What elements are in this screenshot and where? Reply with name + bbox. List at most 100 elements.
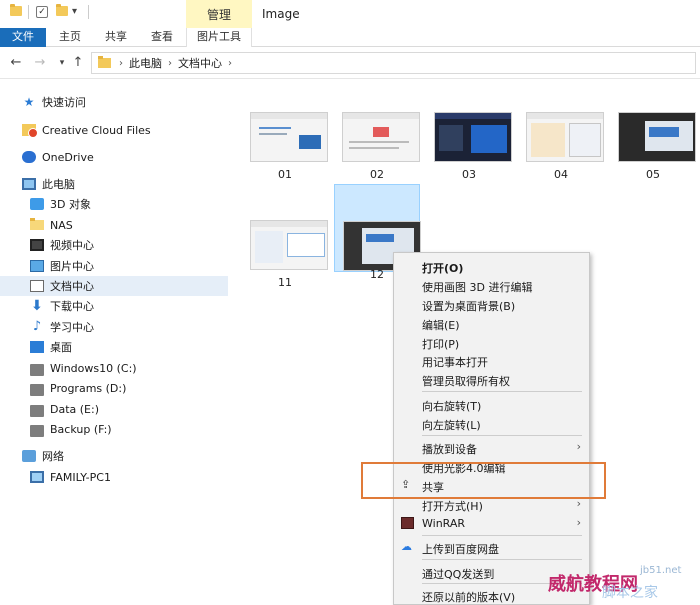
sidebar-item-drive-e[interactable]: Data (E:)	[0, 399, 228, 419]
file-thumbnail	[434, 112, 512, 162]
tab-home[interactable]: 主页	[52, 28, 88, 47]
file-item[interactable]: 04	[518, 104, 604, 192]
file-item[interactable]: 02	[334, 104, 420, 192]
file-item[interactable]: 01	[242, 104, 328, 192]
breadcrumb-documents[interactable]: 文档中心	[178, 55, 222, 71]
sidebar-item-family-pc1[interactable]: FAMILY-PC1	[0, 467, 228, 487]
watermark-site: 脚本之家	[602, 585, 658, 601]
video-icon	[30, 239, 44, 251]
file-thumbnail	[526, 112, 604, 162]
menu-item-set-wallpaper[interactable]: 设置为桌面背景(B)	[394, 295, 591, 314]
baidu-netdisk-icon: ☁	[401, 540, 412, 553]
sidebar-item-drive-d[interactable]: Programs (D:)	[0, 378, 228, 398]
sidebar-item-music[interactable]: ♪ 学习中心	[0, 317, 228, 337]
menu-item-open[interactable]: 打开(O)	[394, 257, 591, 276]
sidebar-item-label: OneDrive	[42, 150, 94, 164]
file-name: 11	[278, 276, 292, 289]
sidebar-item-label: 图片中心	[50, 260, 94, 273]
drive-icon	[30, 384, 44, 396]
file-name: 03	[462, 168, 476, 181]
sidebar-item-desktop[interactable]: 桌面	[0, 337, 228, 357]
address-bar[interactable]: › 此电脑 › 文档中心 ›	[91, 52, 696, 74]
menu-item-winrar[interactable]: WinRAR ›	[394, 514, 591, 533]
3d-objects-icon	[30, 198, 44, 210]
winrar-icon	[401, 517, 414, 529]
chevron-right-icon: ›	[576, 516, 581, 529]
download-icon: ⬇	[31, 298, 43, 314]
chevron-right-icon[interactable]: ›	[168, 58, 172, 69]
navigation-pane: ★ 快速访问 Creative Cloud Files OneDrive 此电脑…	[0, 80, 228, 605]
sidebar-item-3d-objects[interactable]: 3D 对象	[0, 194, 228, 214]
sidebar-item-drive-c[interactable]: Windows10 (C:)	[0, 358, 228, 378]
tab-share[interactable]: 共享	[98, 28, 134, 47]
folder-icon	[98, 56, 111, 68]
creative-cloud-icon	[22, 124, 38, 138]
new-folder-icon[interactable]	[56, 4, 68, 16]
file-thumbnail	[342, 112, 420, 162]
sidebar-item-drive-f[interactable]: Backup (F:)	[0, 419, 228, 439]
file-item[interactable]: 05	[610, 104, 696, 192]
file-name: 04	[554, 168, 568, 181]
menu-item-edit[interactable]: 编辑(E)	[394, 314, 591, 333]
file-name: 02	[370, 168, 384, 181]
sidebar-item-onedrive[interactable]: OneDrive	[0, 147, 228, 167]
context-menu: 打开(O) 使用画图 3D 进行编辑 设置为桌面背景(B) 编辑(E) 打印(P…	[393, 252, 590, 605]
breadcrumb-this-pc[interactable]: 此电脑	[129, 55, 162, 71]
sidebar-item-label: 3D 对象	[50, 198, 91, 211]
properties-check-icon[interactable]: ✓	[36, 6, 48, 18]
sidebar-item-label: FAMILY-PC1	[50, 470, 111, 484]
sidebar-item-label: 网络	[42, 450, 64, 463]
menu-item-take-ownership[interactable]: 管理员取得所有权	[394, 370, 591, 389]
title-separator	[88, 5, 89, 19]
sidebar-item-pictures[interactable]: 图片中心	[0, 256, 228, 276]
tab-view[interactable]: 查看	[144, 28, 180, 47]
sidebar-item-quick-access[interactable]: ★ 快速访问	[0, 92, 228, 112]
sidebar-item-label: Backup (F:)	[50, 422, 112, 436]
quick-access-star-icon: ★	[23, 95, 35, 109]
sidebar-item-videos[interactable]: 视频中心	[0, 235, 228, 255]
forward-icon[interactable]: →	[32, 55, 48, 71]
sidebar-item-label: Creative Cloud Files	[42, 123, 151, 137]
sidebar-item-documents[interactable]: 文档中心	[0, 276, 228, 296]
sidebar-item-downloads[interactable]: ⬇ 下载中心	[0, 296, 228, 316]
sidebar-item-network[interactable]: 网络	[0, 446, 228, 466]
menu-item-edit-paint3d[interactable]: 使用画图 3D 进行编辑	[394, 276, 591, 295]
up-icon[interactable]: ↑	[70, 55, 86, 71]
menu-item-open-notepad[interactable]: 用记事本打开	[394, 351, 591, 370]
menu-separator	[422, 535, 582, 536]
file-item[interactable]: 03	[426, 104, 512, 192]
file-item[interactable]: 11	[242, 212, 328, 300]
chevron-right-icon[interactable]: ›	[228, 58, 232, 69]
back-icon[interactable]: ←	[8, 55, 24, 71]
window-title: Image	[262, 7, 300, 21]
chevron-right-icon: ›	[576, 440, 581, 453]
sidebar-item-label: 此电脑	[42, 178, 75, 191]
network-icon	[22, 450, 36, 462]
customize-toolbar-icon[interactable]: ▾	[72, 6, 77, 17]
manage-tab[interactable]: 管理	[186, 0, 252, 28]
menu-item-cast-to-device[interactable]: 播放到设备 ›	[394, 438, 591, 457]
sidebar-item-this-pc[interactable]: 此电脑	[0, 174, 228, 194]
recent-locations-chevron-icon[interactable]: ▾	[54, 55, 70, 71]
title-bar: ✓ ▾ 管理 Image	[0, 0, 700, 28]
quick-access-folder-icon[interactable]	[10, 4, 22, 16]
sidebar-item-nas[interactable]: NAS	[0, 215, 228, 235]
menu-item-rotate-left[interactable]: 向左旋转(L)	[394, 414, 591, 433]
tab-file[interactable]: 文件	[0, 28, 46, 47]
this-pc-icon	[22, 178, 36, 190]
computer-icon	[30, 471, 44, 483]
sidebar-item-creative-cloud[interactable]: Creative Cloud Files	[0, 120, 228, 140]
tab-picture-tools[interactable]: 图片工具	[186, 28, 252, 47]
drive-icon	[30, 364, 44, 376]
chevron-right-icon[interactable]: ›	[119, 58, 123, 69]
watermark-url: jb51.net	[640, 565, 682, 576]
menu-item-rotate-right[interactable]: 向右旋转(T)	[394, 395, 591, 414]
menu-item-print[interactable]: 打印(P)	[394, 333, 591, 352]
sidebar-item-label: 视频中心	[50, 239, 94, 252]
drive-icon	[30, 425, 44, 437]
sidebar-item-label: Windows10 (C:)	[50, 361, 137, 375]
ribbon-tabs: 文件 主页 共享 查看 图片工具	[0, 28, 700, 47]
sidebar-item-label: 下载中心	[50, 300, 94, 313]
menu-item-upload-baidu[interactable]: ☁ 上传到百度网盘	[394, 538, 591, 557]
highlight-box	[361, 462, 606, 499]
